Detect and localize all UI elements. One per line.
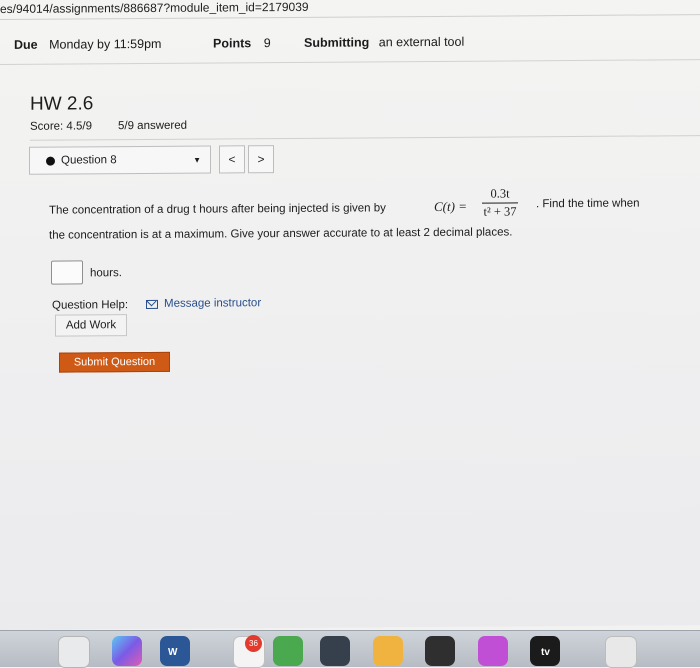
prev-question-button[interactable]: < (219, 145, 245, 174)
facetime-app-icon[interactable] (273, 636, 303, 666)
answer-input[interactable] (51, 260, 83, 285)
submitting: Submitting an external tool (304, 35, 464, 50)
fraction-numerator: 0.3t (490, 186, 510, 201)
due-date: Due Monday by 11:59pm (14, 37, 161, 52)
question-select-label: Question 8 (61, 154, 117, 167)
message-instructor-label: Message instructor (164, 297, 262, 310)
photo-booth-app-icon[interactable] (320, 636, 350, 666)
browser-page: es/94014/assignments/886687?module_item_… (0, 0, 700, 631)
assignment-divider (30, 135, 700, 141)
word-app-icon[interactable]: W (160, 636, 190, 666)
question-status-dot-icon (46, 156, 55, 166)
preview-app-icon[interactable] (605, 636, 637, 668)
due-label: Due (14, 37, 38, 52)
dashboard-app-icon[interactable] (425, 636, 455, 666)
chevron-down-icon: ▼ (193, 155, 201, 165)
dock-app-icon-1[interactable] (58, 636, 90, 668)
due-value: Monday by 11:59pm (49, 36, 162, 52)
keynote-app-icon[interactable] (373, 636, 403, 666)
function-label: C(t) = (434, 198, 467, 214)
score-text: Score: 4.5/9 (30, 120, 93, 133)
problem-line-1-tail: . Find the time when (536, 197, 640, 211)
question-help-label: Question Help: (52, 299, 129, 312)
points-value: 9 (263, 36, 271, 51)
problem-line-1: The concentration of a drug t hours afte… (49, 202, 386, 217)
problem-line-2: the concentration is at a maximum. Give … (49, 226, 513, 242)
header-divider (0, 59, 700, 65)
fraction: 0.3t t² + 37 (482, 186, 518, 219)
assignment-title: HW 2.6 (30, 93, 94, 115)
points-label: Points (213, 36, 252, 51)
apple-tv-app-icon[interactable]: tv (530, 636, 560, 666)
submit-question-button[interactable]: Submit Question (59, 351, 170, 373)
add-work-button[interactable]: Add Work (55, 314, 127, 337)
submitting-value: an external tool (378, 34, 465, 50)
url-bar[interactable]: es/94014/assignments/886687?module_item_… (0, 0, 309, 16)
notification-badge: 36 (245, 635, 262, 652)
answered-count: 5/9 answered (118, 119, 188, 133)
message-instructor-link[interactable]: Message instructor (146, 297, 261, 310)
dock-app-icon-2[interactable] (112, 636, 142, 666)
dock: W tv (0, 630, 700, 668)
question-select[interactable]: Question 8 ▼ (29, 145, 211, 175)
submitting-label: Submitting (304, 35, 370, 50)
points: Points 9 (213, 36, 271, 50)
envelope-icon (146, 299, 158, 309)
next-question-button[interactable]: > (248, 145, 274, 174)
answer-unit: hours. (90, 267, 122, 280)
fraction-denominator: t² + 37 (483, 204, 517, 219)
podcasts-app-icon[interactable] (478, 636, 508, 666)
